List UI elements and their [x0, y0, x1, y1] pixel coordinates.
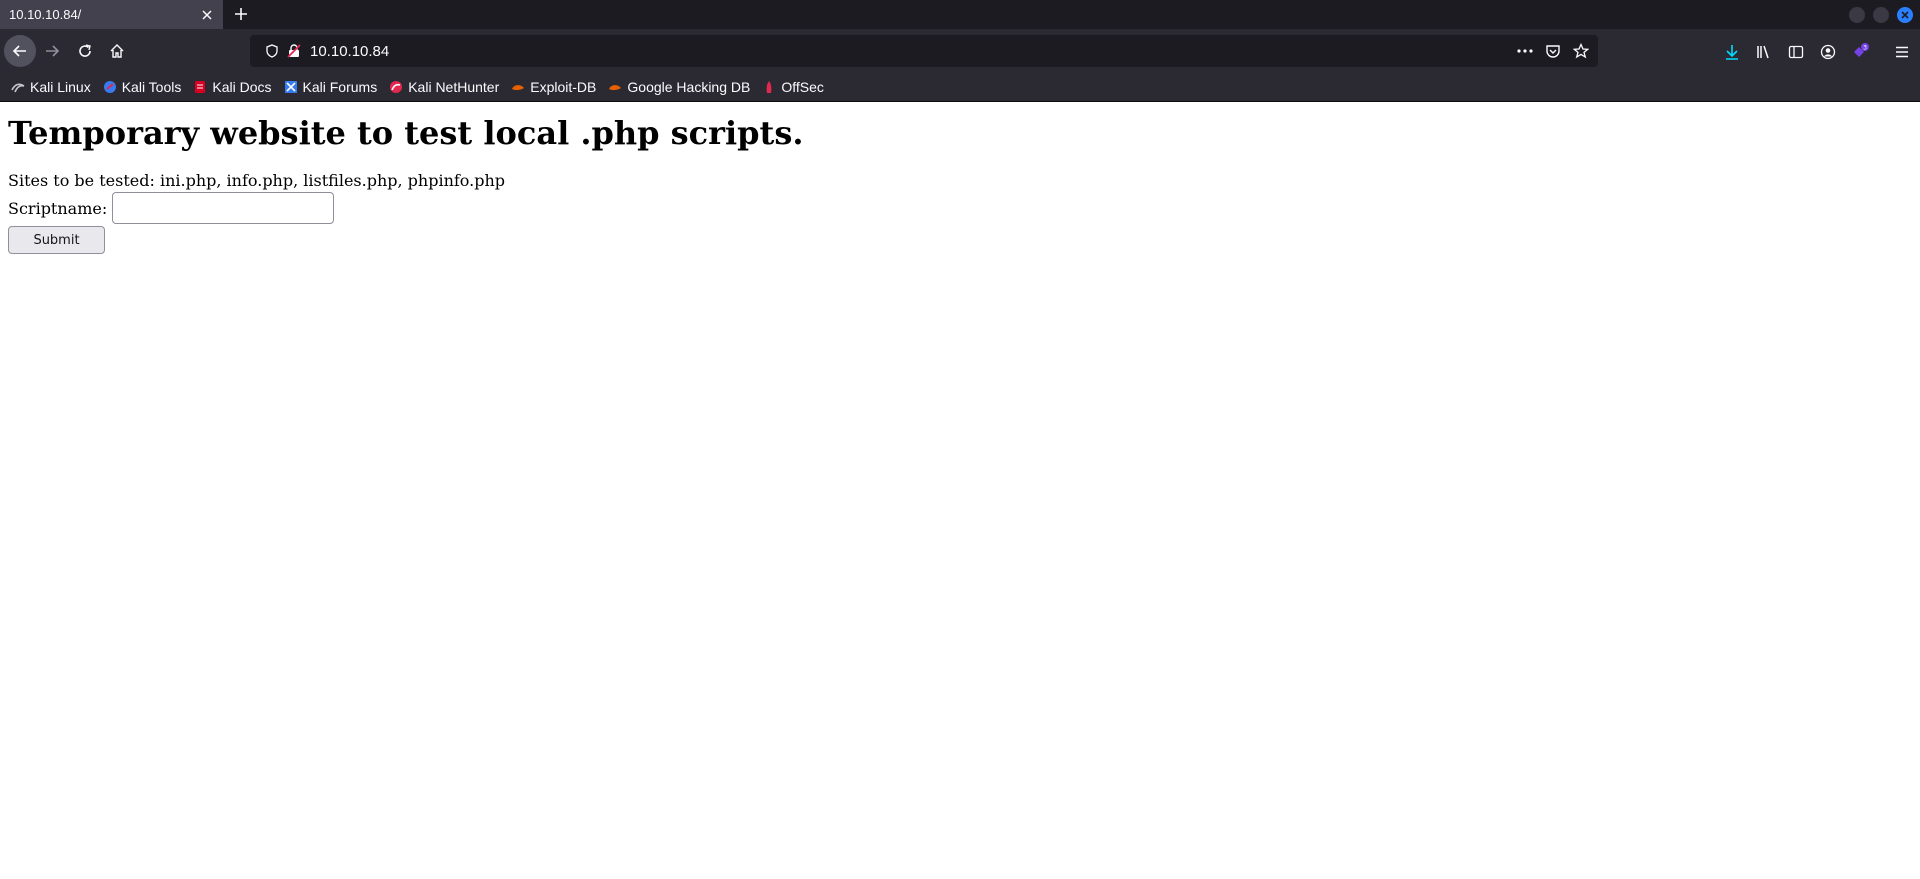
bookmarks-toolbar: Kali Linux Kali Tools Kali Docs Kali For…: [0, 73, 1920, 102]
pocket-icon[interactable]: [1545, 43, 1561, 59]
kali-dragon-icon: [11, 80, 25, 94]
tab-bar: 10.10.10.84/: [0, 0, 1920, 29]
bookmark-kali-docs[interactable]: Kali Docs: [193, 79, 272, 95]
minimize-window-button[interactable]: [1849, 7, 1865, 23]
submit-button[interactable]: Submit: [8, 226, 105, 254]
bookmark-label: Google Hacking DB: [627, 79, 751, 95]
kali-docs-icon: [193, 80, 207, 94]
bookmark-exploit-db[interactable]: Exploit-DB: [511, 79, 596, 95]
bookmark-label: Kali Linux: [30, 79, 91, 95]
script-form: Scriptname: Submit: [8, 192, 1912, 254]
extension-icon[interactable]: 3: [1851, 43, 1869, 61]
bookmark-label: Kali NetHunter: [408, 79, 500, 95]
scriptname-input[interactable]: [112, 192, 335, 224]
kali-nethunter-icon: [389, 80, 403, 94]
active-tab[interactable]: 10.10.10.84/: [0, 0, 223, 29]
kali-forums-icon: [284, 80, 298, 94]
reload-icon[interactable]: [69, 35, 101, 67]
tab-title: 10.10.10.84/: [9, 7, 82, 22]
navigation-toolbar: 10.10.10.84 3: [0, 29, 1920, 73]
downloads-icon[interactable]: [1723, 43, 1741, 61]
page-actions-ellipsis-icon[interactable]: [1517, 43, 1533, 59]
bookmark-label: Kali Tools: [121, 79, 182, 95]
new-tab-plus-icon[interactable]: [229, 2, 253, 26]
bookmark-google-hacking-db[interactable]: Google Hacking DB: [608, 79, 750, 95]
bookmark-label: Kali Forums: [302, 79, 378, 95]
bookmark-label: Kali Docs: [212, 79, 272, 95]
hamburger-menu-icon[interactable]: [1893, 43, 1911, 61]
library-icon[interactable]: [1755, 43, 1773, 61]
scriptname-label: Scriptname:: [8, 198, 108, 218]
tab-close-icon[interactable]: [195, 3, 219, 27]
bookmark-label: Exploit-DB: [530, 79, 597, 95]
exploit-db-icon: [511, 80, 525, 94]
close-window-button[interactable]: [1897, 7, 1913, 23]
bookmark-label: OffSec: [781, 79, 824, 95]
bookmark-kali-tools[interactable]: Kali Tools: [103, 79, 182, 95]
bookmark-kali-nethunter[interactable]: Kali NetHunter: [389, 79, 499, 95]
insecure-lock-icon[interactable]: [286, 43, 302, 59]
sites-to-be-tested-text: Sites to be tested: ini.php, info.php, l…: [8, 171, 506, 190]
sidebar-icon[interactable]: [1787, 43, 1805, 61]
tracking-shield-icon[interactable]: [264, 43, 280, 59]
offsec-icon: [762, 80, 776, 94]
page-content: Temporary website to test local .php scr…: [0, 102, 1920, 879]
extension-badge-count: 3: [1863, 45, 1867, 52]
forward-arrow-icon[interactable]: [36, 35, 68, 67]
bookmark-kali-linux[interactable]: Kali Linux: [11, 79, 91, 95]
back-arrow-icon[interactable]: [4, 35, 36, 67]
maximize-window-button[interactable]: [1873, 7, 1889, 23]
home-icon[interactable]: [101, 35, 133, 67]
bookmark-kali-forums[interactable]: Kali Forums: [284, 79, 378, 95]
page-title: Temporary website to test local .php scr…: [8, 114, 804, 152]
url-text[interactable]: 10.10.10.84: [310, 43, 389, 60]
account-icon[interactable]: [1819, 43, 1837, 61]
scriptname-row: Scriptname:: [8, 192, 1912, 224]
address-bar[interactable]: 10.10.10.84: [250, 35, 1598, 67]
ghdb-icon: [608, 80, 622, 94]
bookmark-star-icon[interactable]: [1573, 43, 1589, 59]
bookmark-offsec[interactable]: OffSec: [762, 79, 824, 95]
kali-tools-icon: [103, 80, 117, 94]
